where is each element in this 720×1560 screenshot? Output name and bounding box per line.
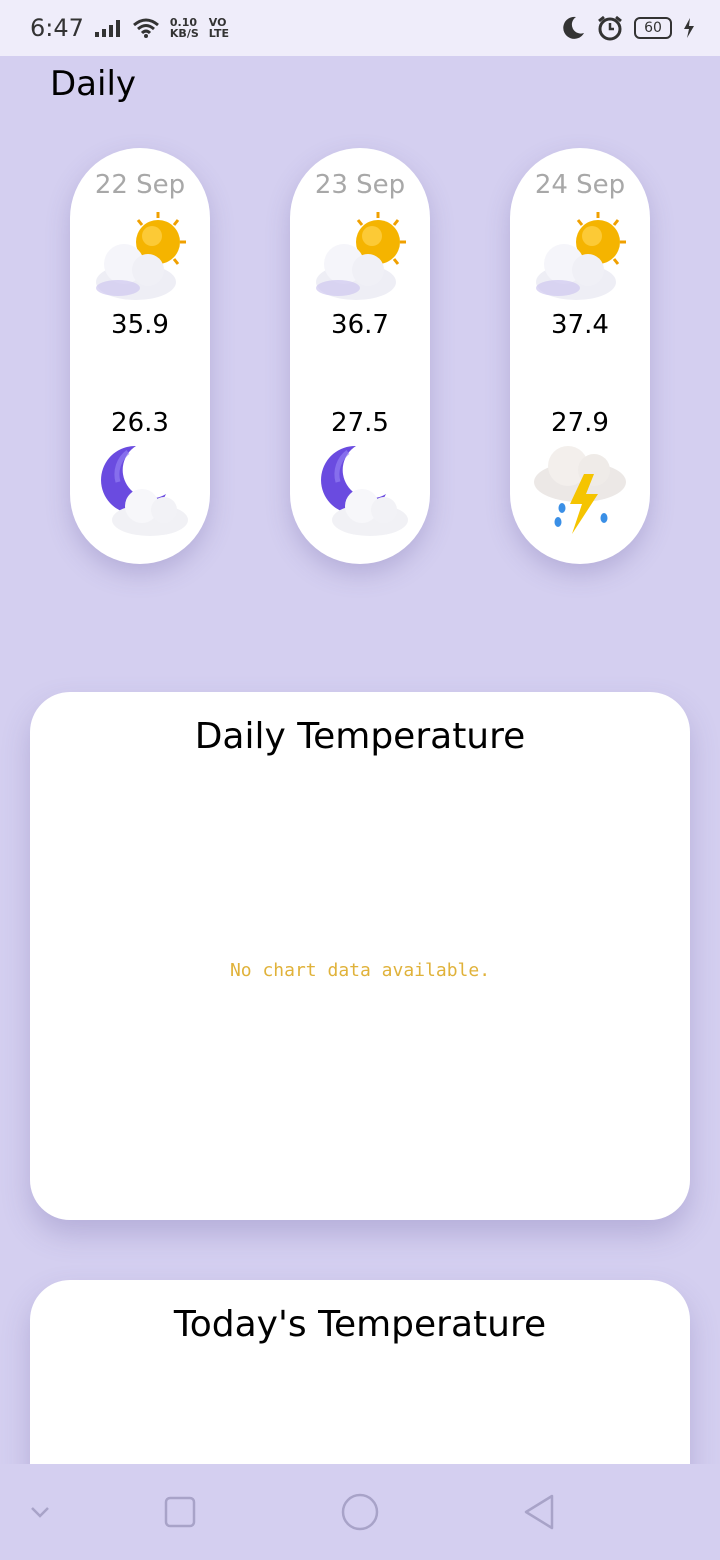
status-right: 60 xyxy=(560,14,696,42)
thunderstorm-icon xyxy=(534,446,626,534)
recent-apps-square-icon[interactable] xyxy=(158,1490,202,1534)
charging-icon xyxy=(684,18,694,38)
day-high-temp: 37.4 xyxy=(551,310,609,340)
day-date: 24 Sep xyxy=(534,170,626,200)
day-date: 22 Sep xyxy=(94,170,186,200)
moon-cloud-icon xyxy=(101,445,188,536)
alarm-icon xyxy=(598,15,622,41)
back-triangle-icon[interactable] xyxy=(518,1490,562,1534)
moon-cloud-icon xyxy=(321,445,408,536)
day-low-temp: 26.3 xyxy=(111,408,169,438)
daily-temperature-chart-card: Daily Temperature No chart data availabl… xyxy=(30,692,690,1220)
day-card[interactable]: 24 Sep 37.4 27.9 xyxy=(510,148,650,564)
day-date: 23 Sep xyxy=(314,170,406,200)
home-circle-icon[interactable] xyxy=(338,1490,382,1534)
status-time: 6:47 xyxy=(30,14,84,42)
signal-icon xyxy=(94,20,120,37)
daily-temperature-title: Daily Temperature xyxy=(194,716,526,757)
no-chart-data-message: No chart data available. xyxy=(229,960,491,981)
net-speed: 0.10 KB/S xyxy=(170,17,199,39)
net-speed-unit: KB/S xyxy=(169,27,199,40)
day-card[interactable]: 23 Sep 36.7 27.5 xyxy=(290,148,430,564)
status-left: 6:47 0.10 KB/S VO LTE xyxy=(30,14,229,42)
chevron-down-icon[interactable] xyxy=(18,1490,62,1534)
todays-temperature-title: Today's Temperature xyxy=(173,1304,547,1345)
day-high-temp: 35.9 xyxy=(111,310,169,340)
partly-cloudy-sun-icon xyxy=(96,212,186,300)
volte-bottom: LTE xyxy=(208,27,229,40)
day-low-temp: 27.5 xyxy=(331,408,389,438)
do-not-disturb-moon-icon xyxy=(563,16,584,39)
status-bar: 6:47 0.10 KB/S VO LTE 60 xyxy=(0,0,720,56)
wifi-icon xyxy=(132,18,159,38)
day-card[interactable]: 22 Sep 35.9 26.3 xyxy=(70,148,210,564)
section-title-daily: Daily xyxy=(50,64,137,104)
battery-indicator: 60 xyxy=(634,17,672,39)
system-navigation-bar xyxy=(0,1464,720,1560)
day-high-temp: 36.7 xyxy=(331,310,389,340)
partly-cloudy-sun-icon xyxy=(316,212,406,300)
partly-cloudy-sun-icon xyxy=(536,212,626,300)
volte-indicator: VO LTE xyxy=(209,17,229,39)
day-low-temp: 27.9 xyxy=(551,408,609,438)
